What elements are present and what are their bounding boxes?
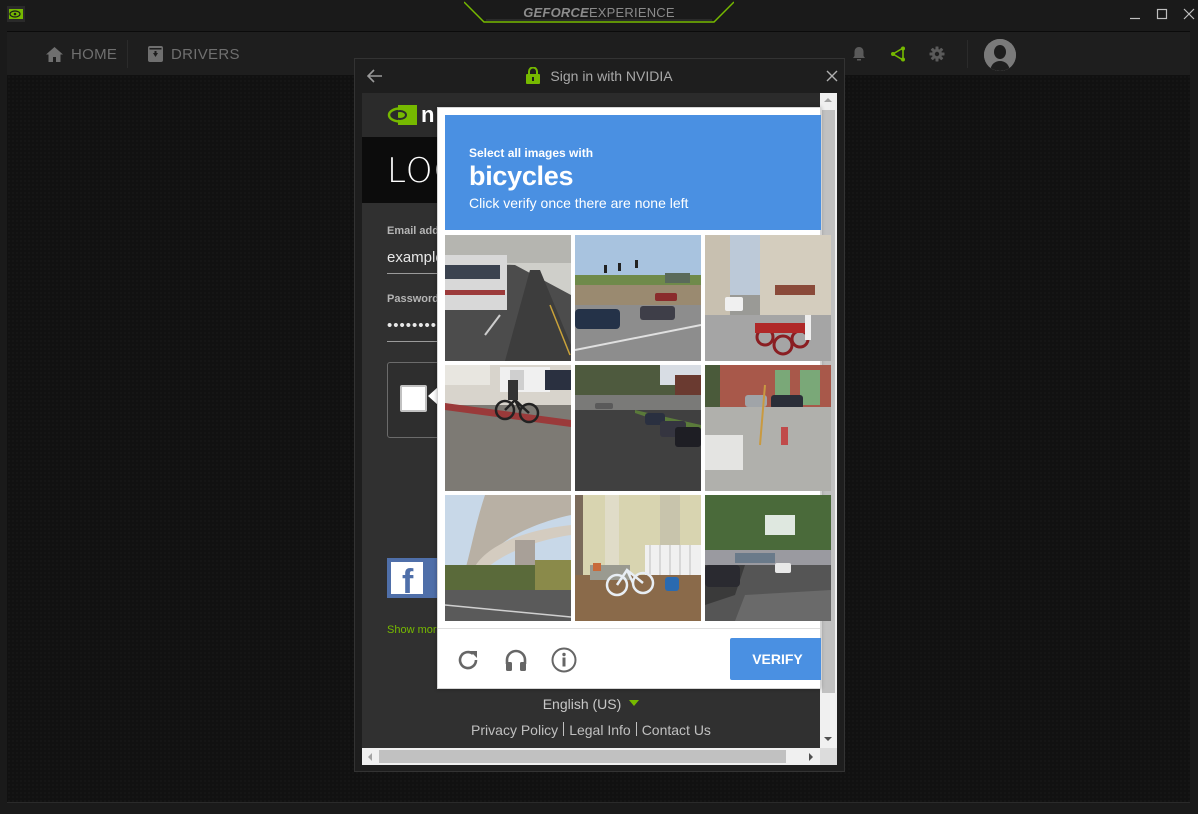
link-separator [563,722,565,736]
captcha-tile-1[interactable] [445,235,571,361]
audio-icon[interactable] [502,646,530,674]
language-selector[interactable]: English (US) [362,696,820,712]
horizontal-scrollbar[interactable] [362,748,820,765]
scroll-left-arrow[interactable] [368,753,372,761]
info-icon[interactable] [550,646,578,674]
nvidia-logo-icon [7,6,25,22]
nav-home-label: HOME [71,45,118,63]
captcha-instruction-bottom: Click verify once there are none left [469,195,689,211]
minimize-button[interactable] [1124,4,1146,24]
horizontal-scroll-thumb[interactable] [379,750,786,763]
recaptcha-checkbox[interactable] [400,385,427,412]
captcha-tile-9[interactable] [705,495,831,621]
password-label: Password [387,293,439,305]
brand-header: GEFORCEEXPERIENCE [464,0,734,26]
scroll-right-arrow[interactable] [809,753,813,761]
captcha-tile-3[interactable] [705,235,831,361]
captcha-tile-6[interactable] [705,365,831,491]
dialog-title: Sign in with NVIDIA [355,67,844,84]
share-icon[interactable] [888,44,908,64]
status-divider [7,802,1190,803]
dialog-title-text: Sign in with NVIDIA [550,67,673,84]
title-bar: GEFORCEEXPERIENCE [0,0,1198,31]
captcha-instruction-top: Select all images with [469,146,594,160]
maximize-button[interactable] [1151,4,1173,24]
scroll-up-arrow[interactable] [824,98,832,102]
legal-info-link[interactable]: Legal Info [569,722,631,738]
drivers-icon [148,46,163,62]
captcha-tile-2[interactable] [575,235,701,361]
email-label: Email addr [387,225,444,237]
captcha-tile-4[interactable] [445,365,571,491]
captcha-footer-divider [438,628,820,629]
nvidia-eye-icon [387,105,417,125]
caret-down-icon [629,700,640,706]
geforce-experience-window: GEFORCEEXPERIENCE HOME DRIVERS Sign in w… [0,0,1198,814]
verify-button[interactable]: VERIFY [730,638,821,680]
captcha-instructions: Select all images with bicycles Click ve… [445,115,821,230]
captcha-challenge: Select all images with bicycles Click ve… [437,107,831,689]
privacy-policy-link[interactable]: Privacy Policy [471,722,558,738]
captcha-tile-7[interactable] [445,495,571,621]
captcha-tile-8[interactable] [575,495,701,621]
nvidia-logo: n [387,104,434,126]
dialog-header: Sign in with NVIDIA [355,59,844,93]
lock-icon [526,67,541,84]
contact-us-link[interactable]: Contact Us [642,722,711,738]
language-label: English (US) [542,696,622,712]
nav-divider [127,40,128,68]
scroll-corner [820,748,837,765]
close-icon[interactable] [822,66,842,86]
captcha-tile-5[interactable] [575,365,701,491]
captcha-target: bicycles [469,161,574,191]
window-close-button[interactable] [1178,4,1198,24]
reload-icon[interactable] [454,646,482,674]
avatar[interactable] [984,39,1016,71]
bell-icon[interactable] [849,44,869,64]
gear-icon[interactable] [927,44,947,64]
nav-divider [967,40,968,68]
captcha-image-grid [445,235,831,622]
footer-links: Privacy Policy Legal Info Contact Us [362,722,820,738]
link-separator [635,722,637,736]
nav-home[interactable]: HOME [46,32,117,76]
nav-drivers[interactable]: DRIVERS [148,32,240,76]
scroll-down-arrow[interactable] [824,737,832,741]
facebook-icon: f [391,562,423,594]
home-icon [46,46,63,62]
nav-drivers-label: DRIVERS [171,45,240,63]
brand-title: GEFORCEEXPERIENCE [523,5,675,20]
